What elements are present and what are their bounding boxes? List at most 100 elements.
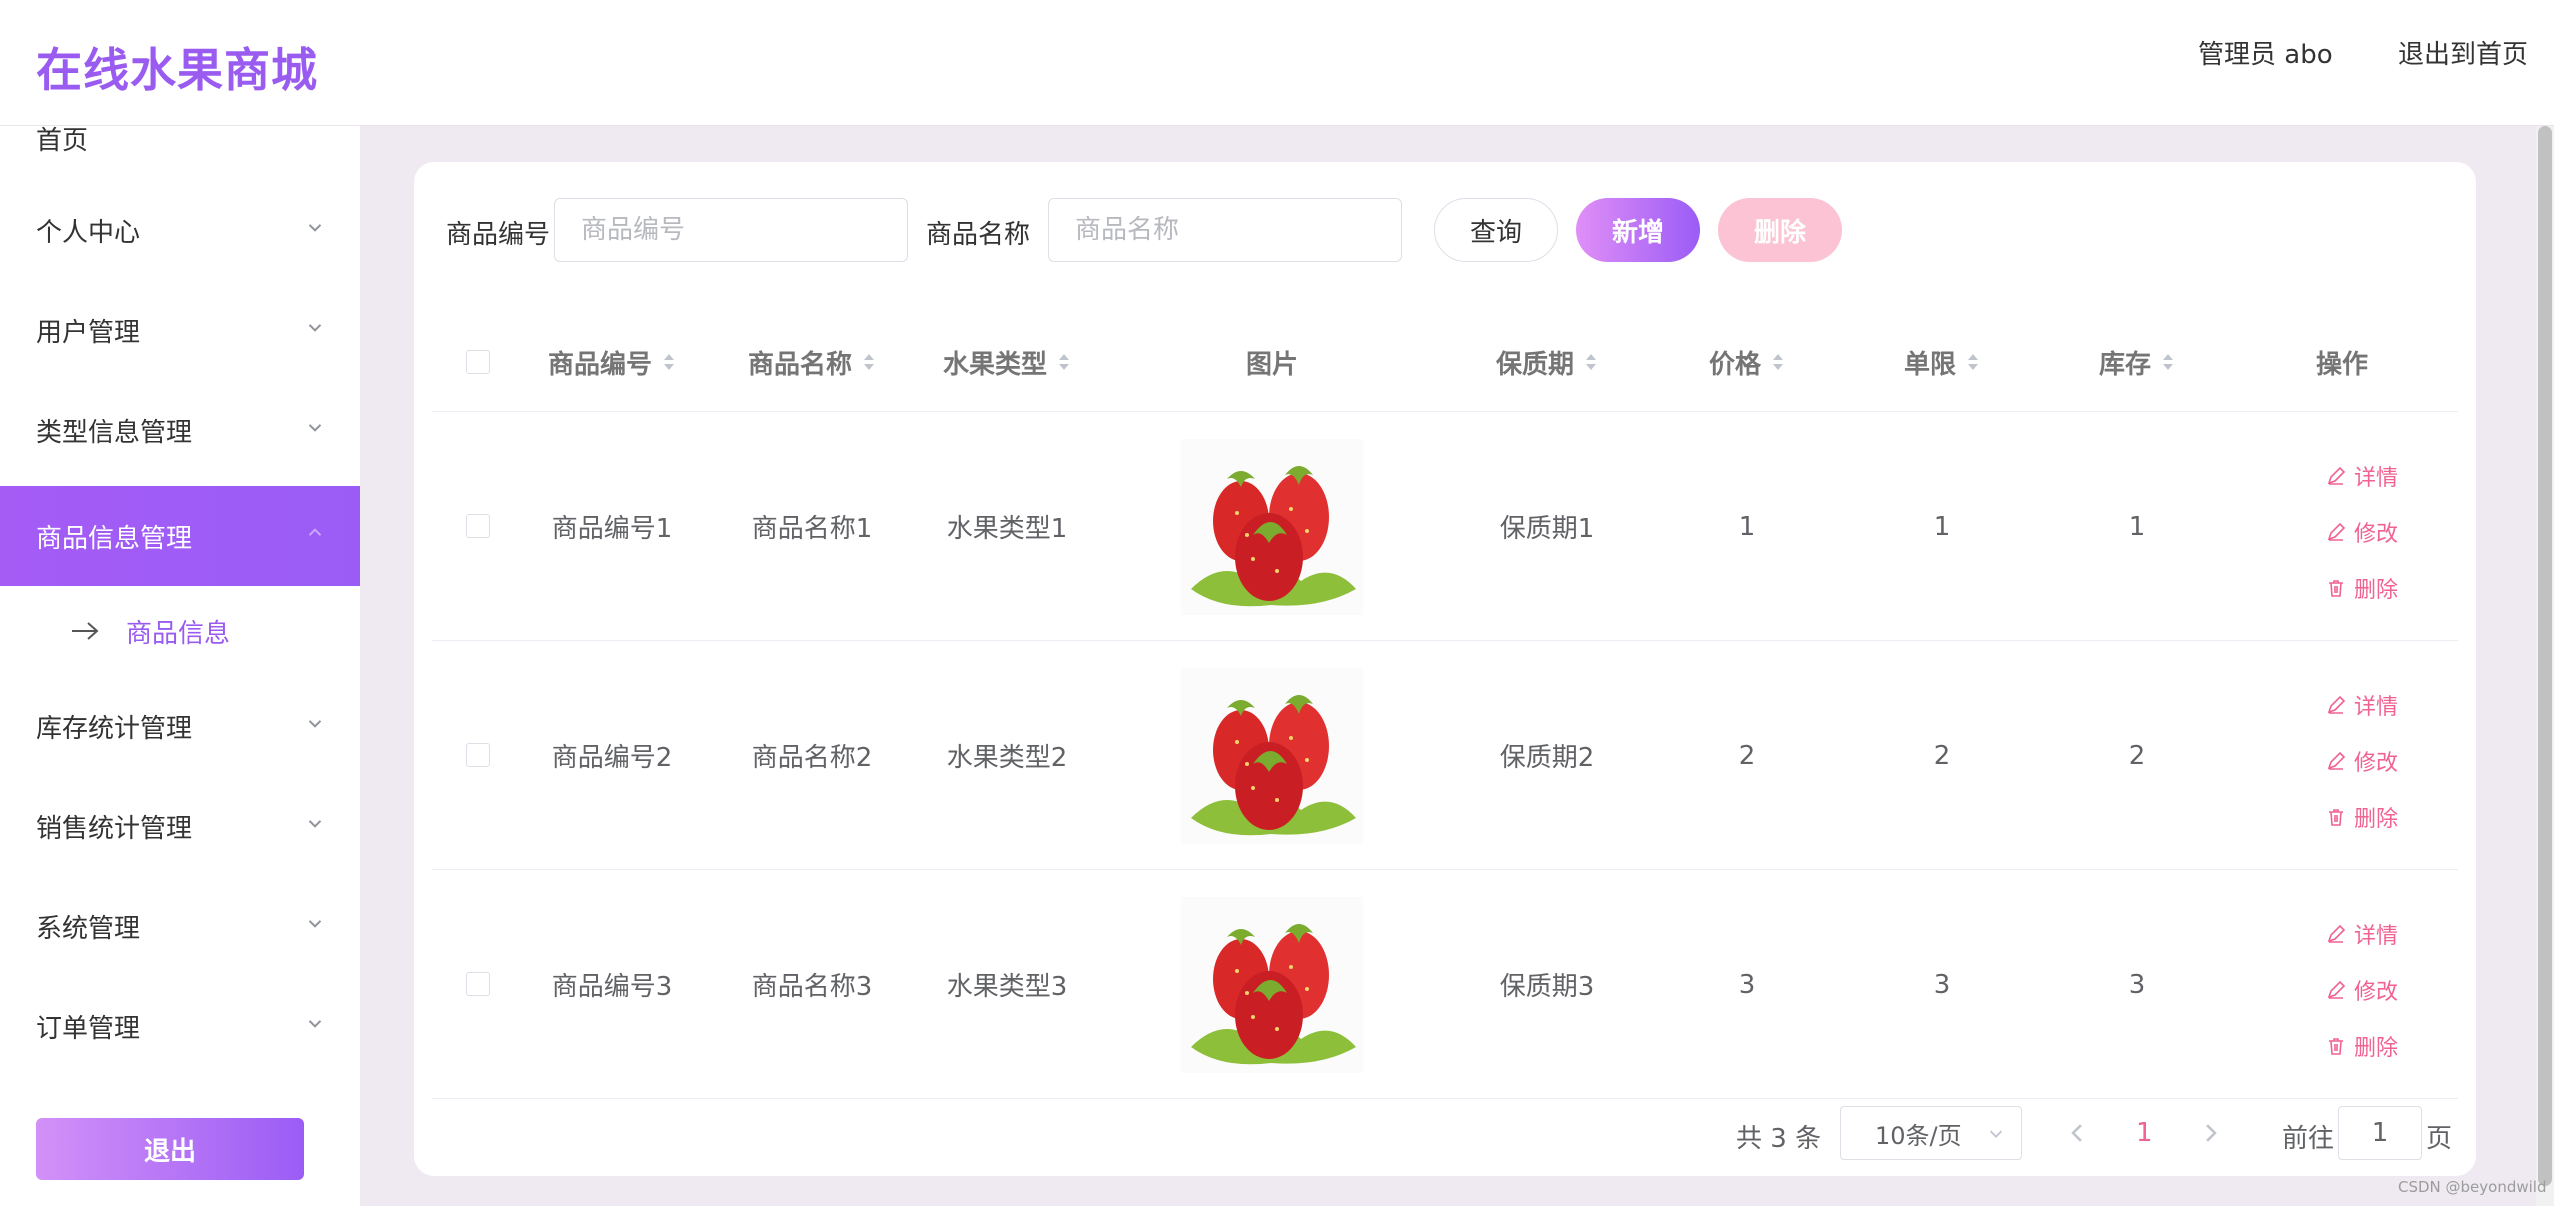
sort-caret-icon xyxy=(1968,354,1978,370)
chevron-up-icon xyxy=(308,528,322,536)
pagination: 共 3 条 10条/页 1 前往 页 xyxy=(414,1106,2476,1162)
edit-label: 修改 xyxy=(2353,980,2398,1005)
strawberry-image[interactable] xyxy=(1181,438,1363,615)
sort-caret-icon xyxy=(1586,354,1596,370)
detail-button[interactable]: 详情 xyxy=(2282,677,2442,733)
arrow-right-icon xyxy=(72,622,99,640)
column-header-name[interactable]: 商品名称 xyxy=(712,312,912,412)
sidebar-item-personal-center[interactable]: 个人中心 xyxy=(0,180,360,280)
cell-limit: 3 xyxy=(1933,969,1951,1000)
page-size-select[interactable]: 10条/页 xyxy=(1840,1106,2022,1160)
row-checkbox[interactable] xyxy=(466,514,490,538)
delete-button[interactable]: 删除 xyxy=(2282,789,2442,845)
detail-label: 详情 xyxy=(2353,466,2398,491)
chevron-down-icon xyxy=(308,224,322,232)
goto-page-input[interactable] xyxy=(2338,1106,2422,1160)
content-card: 商品编号 商品名称 查询 新增 删除 商品编号 商品名称 水果类型 xyxy=(414,162,2476,1176)
detail-button[interactable]: 详情 xyxy=(2282,448,2442,504)
cell-stock: 1 xyxy=(2128,511,2146,542)
column-header-stock[interactable]: 库存 xyxy=(2042,312,2232,412)
cell-price: 2 xyxy=(1738,740,1756,771)
prev-page-icon[interactable] xyxy=(2064,1120,2090,1146)
edit-button[interactable]: 修改 xyxy=(2282,733,2442,789)
column-header-code[interactable]: 商品编号 xyxy=(512,312,712,412)
scrollbar-thumb[interactable] xyxy=(2538,126,2552,1186)
total-count: 共 3 条 xyxy=(1736,1124,1822,1154)
column-label: 单限 xyxy=(1903,349,1956,380)
column-header-price[interactable]: 价格 xyxy=(1652,312,1842,412)
row-checkbox[interactable] xyxy=(466,743,490,767)
current-user: 管理员 abo xyxy=(2198,40,2333,70)
chevron-down-icon xyxy=(308,424,322,432)
page-size-value: 10条/页 xyxy=(1875,1121,1962,1150)
sidebar-item-user-management[interactable]: 用户管理 xyxy=(0,280,360,380)
sidebar-subitem-product-info[interactable]: 商品信息 xyxy=(0,586,360,676)
sidebar-item-sales-statistics[interactable]: 销售统计管理 xyxy=(0,776,360,876)
logout-button[interactable]: 退出 xyxy=(36,1118,304,1180)
goto-label: 前往 xyxy=(2282,1124,2335,1154)
column-header-type[interactable]: 水果类型 xyxy=(912,312,1102,412)
edit-button[interactable]: 修改 xyxy=(2282,962,2442,1018)
sidebar-item-label: 商品信息管理 xyxy=(36,523,193,554)
edit-label: 修改 xyxy=(2353,751,2398,776)
add-button[interactable]: 新增 xyxy=(1576,198,1700,262)
detail-button[interactable]: 详情 xyxy=(2282,906,2442,962)
chevron-down-icon xyxy=(308,820,322,828)
edit-label: 修改 xyxy=(2353,522,2398,547)
column-header-shelf-life[interactable]: 保质期 xyxy=(1442,312,1652,412)
row-checkbox[interactable] xyxy=(466,972,490,996)
table-row: 商品编号2 商品名称2 水果类型2 保质期2 2 2 2 详情 修改 删除 xyxy=(432,641,2458,870)
cell-type: 水果类型1 xyxy=(946,514,1068,544)
column-label: 价格 xyxy=(1708,349,1761,380)
code-search-label: 商品编号 xyxy=(446,220,551,250)
delete-button[interactable]: 删除 xyxy=(2282,560,2442,616)
sidebar-item-label: 系统管理 xyxy=(36,913,141,944)
cell-name: 商品名称3 xyxy=(751,972,873,1002)
chevron-down-icon xyxy=(308,324,322,332)
sidebar-item-type-management[interactable]: 类型信息管理 xyxy=(0,380,360,480)
chevron-down-icon xyxy=(308,1020,322,1028)
next-page-icon[interactable] xyxy=(2198,1120,2224,1146)
sidebar-item-product-management[interactable]: 商品信息管理 xyxy=(0,486,360,586)
table-row: 商品编号3 商品名称3 水果类型3 保质期3 3 3 3 详情 修改 删除 xyxy=(432,870,2458,1099)
delete-button[interactable]: 删除 xyxy=(2282,1018,2442,1074)
sort-caret-icon xyxy=(664,354,674,370)
column-label: 图片 xyxy=(1245,349,1298,380)
name-search-input[interactable] xyxy=(1048,198,1402,262)
select-all-checkbox[interactable] xyxy=(466,350,490,374)
page-number-current[interactable]: 1 xyxy=(2136,1118,2153,1148)
strawberry-image[interactable] xyxy=(1181,667,1363,844)
cell-type: 水果类型3 xyxy=(946,972,1068,1002)
batch-delete-button[interactable]: 删除 xyxy=(1718,198,1842,262)
sidebar-item-stock-statistics[interactable]: 库存统计管理 xyxy=(0,676,360,776)
column-header-actions: 操作 xyxy=(2232,312,2452,412)
cell-image xyxy=(1102,870,1442,1099)
column-label: 保质期 xyxy=(1495,349,1574,380)
edit-button[interactable]: 修改 xyxy=(2282,504,2442,560)
cell-type: 水果类型2 xyxy=(946,743,1068,773)
page-suffix: 页 xyxy=(2426,1124,2453,1154)
strawberry-image[interactable] xyxy=(1181,896,1363,1073)
sidebar-item-system-management[interactable]: 系统管理 xyxy=(0,876,360,976)
query-button[interactable]: 查询 xyxy=(1434,198,1558,262)
edit-icon xyxy=(2327,695,2346,714)
detail-label: 详情 xyxy=(2353,695,2398,720)
edit-icon xyxy=(2327,980,2346,999)
edit-icon xyxy=(2327,522,2346,541)
cell-code: 商品编号3 xyxy=(551,972,673,1002)
sidebar-item-order-management[interactable]: 订单管理 xyxy=(0,976,360,1076)
code-search-input[interactable] xyxy=(554,198,908,262)
sidebar: 首页 个人中心 用户管理 类型信息管理 商品信息管理 商品信息 库存统计管理 销… xyxy=(0,126,360,1206)
trash-icon xyxy=(2328,809,2343,826)
edit-icon xyxy=(2327,924,2346,943)
sidebar-item-label: 订单管理 xyxy=(36,1013,141,1044)
cell-limit: 2 xyxy=(1933,740,1951,771)
column-header-limit[interactable]: 单限 xyxy=(1842,312,2042,412)
sidebar-item-label: 销售统计管理 xyxy=(36,813,193,844)
delete-label: 删除 xyxy=(2353,1036,2398,1061)
sidebar-item-home[interactable]: 首页 xyxy=(36,126,88,157)
chevron-down-icon xyxy=(1989,1130,2003,1138)
sort-caret-icon xyxy=(2163,354,2173,370)
delete-label: 删除 xyxy=(2353,578,2398,603)
logout-to-home-link[interactable]: 退出到首页 xyxy=(2398,34,2528,71)
